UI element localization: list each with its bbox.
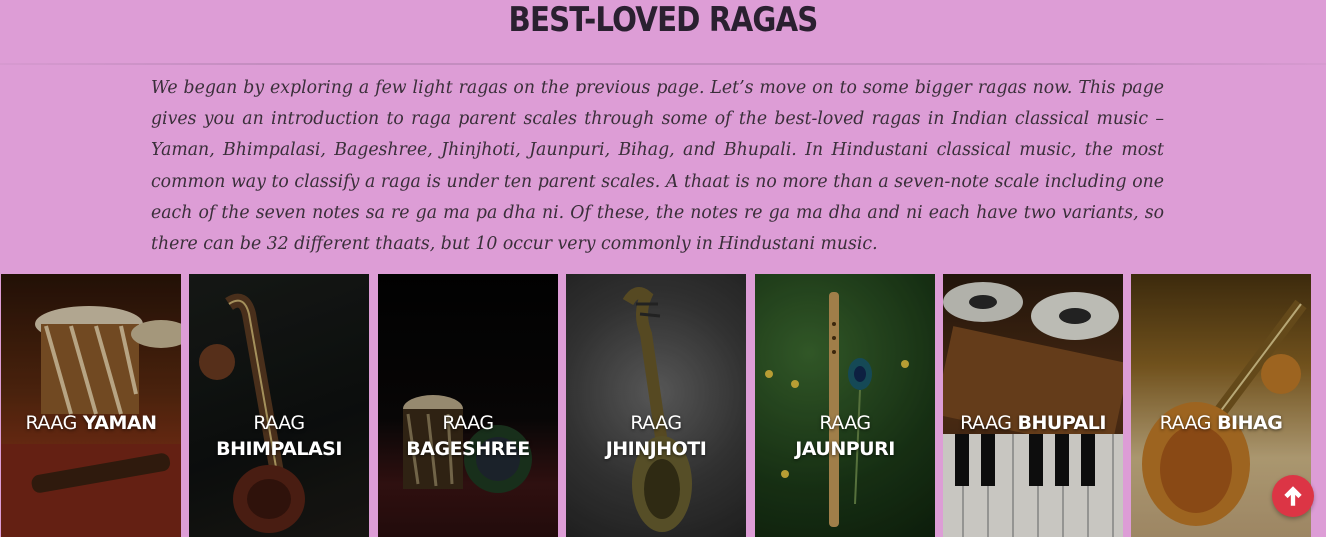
- raga-card-name: JAUNPURI: [795, 438, 895, 460]
- raga-card-label: RAAG BAGESHREE: [378, 410, 558, 462]
- raga-card-name: BIHAG: [1217, 412, 1283, 434]
- raga-card-label: RAAG BIHAG: [1131, 410, 1311, 436]
- raga-card-label: RAAG YAMAN: [1, 410, 181, 436]
- raga-card-prefix: RAAG: [25, 412, 77, 434]
- raga-card-yaman[interactable]: RAAG YAMAN: [1, 274, 181, 537]
- raga-card-name: JHINJHOTI: [605, 438, 707, 460]
- raga-card-label: RAAG BHIMPALASI: [189, 410, 369, 462]
- raga-card-name: BHIMPALASI: [216, 438, 342, 460]
- page-title: BEST-LOVED RAGAS: [508, 0, 819, 40]
- raga-card-prefix: RAAG: [819, 412, 871, 434]
- raga-card-bhupali[interactable]: RAAG BHUPALI: [943, 274, 1123, 537]
- raga-card-prefix: RAAG: [630, 412, 682, 434]
- raga-card-prefix: RAAG: [442, 412, 494, 434]
- raga-card-name: YAMAN: [82, 412, 157, 434]
- raga-cards: RAAG YAMAN RAAG BHIMPALASI RAAG BAGESHRE…: [0, 274, 1326, 537]
- arrow-up-icon: [1284, 486, 1302, 506]
- raga-card-prefix: RAAG: [960, 412, 1012, 434]
- raga-card-label: RAAG BHUPALI: [943, 410, 1123, 436]
- raga-card-bhimpalasi[interactable]: RAAG BHIMPALASI: [189, 274, 369, 537]
- title-divider: [0, 63, 1326, 65]
- raga-card-prefix: RAAG: [1159, 412, 1212, 434]
- raga-card-label: RAAG JAUNPURI: [755, 410, 935, 462]
- raga-card-jaunpuri[interactable]: RAAG JAUNPURI: [755, 274, 935, 537]
- raga-card-name: BHUPALI: [1017, 412, 1107, 434]
- raga-card-jhinjhoti[interactable]: RAAG JHINJHOTI: [566, 274, 746, 537]
- raga-card-name: BAGESHREE: [406, 438, 530, 460]
- intro-paragraph: We began by exploring a few light ragas …: [151, 78, 1164, 255]
- scroll-to-top-button[interactable]: [1272, 475, 1314, 517]
- raga-card-bageshree[interactable]: RAAG BAGESHREE: [378, 274, 558, 537]
- raga-card-prefix: RAAG: [253, 412, 305, 434]
- raga-card-label: RAAG JHINJHOTI: [566, 410, 746, 462]
